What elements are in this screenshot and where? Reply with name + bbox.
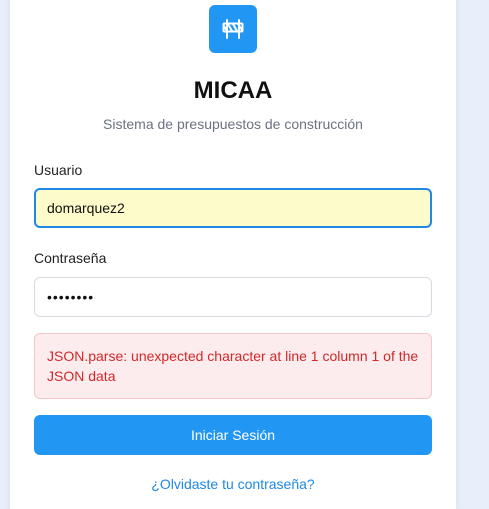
- username-input[interactable]: [34, 188, 432, 228]
- error-message: JSON.parse: unexpected character at line…: [34, 333, 432, 399]
- login-card: MICAA Sistema de presupuestos de constru…: [10, 0, 456, 509]
- app-title: MICAA: [193, 77, 273, 104]
- password-input[interactable]: [34, 277, 432, 317]
- logo: [209, 5, 257, 53]
- password-label: Contraseña: [34, 250, 107, 266]
- road-barrier-icon: [222, 19, 244, 39]
- app-subtitle: Sistema de presupuestos de construcción: [103, 116, 363, 132]
- forgot-password-link[interactable]: ¿Olvidaste tu contraseña?: [10, 475, 456, 493]
- login-button[interactable]: Iniciar Sesión: [34, 415, 432, 455]
- username-label: Usuario: [34, 162, 83, 178]
